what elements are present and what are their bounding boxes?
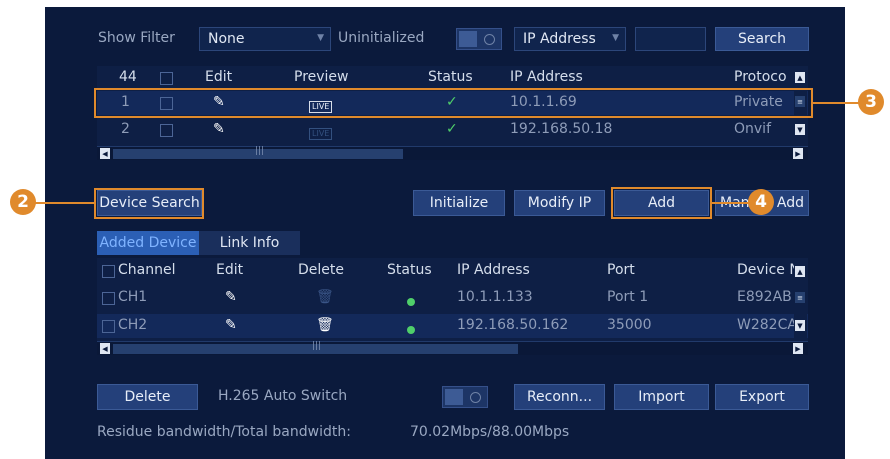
bandwidth-value: 70.02Mbps/88.00Mbps [410,424,570,440]
table-header: 44 Edit Preview Status IP Address Protoc… [97,66,808,90]
field-select[interactable]: IP Address ▼ [514,27,626,51]
port-header: Port [607,262,635,278]
check-icon: ✓ [446,121,458,137]
row-checkbox[interactable] [102,292,115,305]
protocol: Onvif [734,121,771,137]
callout-badge-3: 3 [858,89,884,115]
search-button[interactable]: Search [715,27,809,51]
live-icon[interactable]: LIVE [309,124,333,140]
added-device-table: Channel Edit Delete Status IP Address Po… [97,258,808,355]
trash-icon[interactable]: 🗑 [316,317,334,333]
horizontal-scrollbar[interactable]: ◀ ||| ▶ [97,341,808,355]
scroll-grip-icon: ||| [312,341,322,351]
pencil-icon[interactable]: ✎ [225,317,237,333]
import-button[interactable]: Import [614,384,709,410]
scroll-left-icon[interactable]: ◀ [100,148,110,159]
select-all-checkbox[interactable] [160,72,173,85]
channel: CH2 [118,317,148,333]
delete-button[interactable]: Delete [97,384,198,410]
initialize-button[interactable]: Initialize [413,190,505,216]
scroll-left-icon[interactable]: ◀ [100,343,110,354]
filter-select[interactable]: None ▼ [199,27,331,51]
scroll-right-icon[interactable]: ▶ [793,148,803,159]
scroll-down-icon[interactable]: ▼ [795,320,805,331]
toggle-off-icon [470,392,481,403]
callout-badge-2: 2 [10,189,36,215]
h265-auto-switch-label: H.265 Auto Switch [218,388,348,404]
count-header: 44 [119,69,137,85]
select-all-checkbox[interactable] [102,265,115,278]
manual-add-label-right: Add [776,195,804,211]
ip-address: 10.1.1.133 [457,289,533,305]
ip-address: 192.168.50.162 [457,317,569,333]
callout-line [35,202,95,204]
callout-line [812,102,860,104]
horizontal-scrollbar[interactable]: ◀ ||| ▶ [97,146,808,160]
port: Port 1 [607,289,649,305]
h265-auto-switch-toggle[interactable] [442,386,488,408]
delete-header: Delete [298,262,344,278]
uninitialized-toggle[interactable] [456,28,502,50]
chevron-down-icon: ▼ [612,33,619,43]
port: 35000 [607,317,652,333]
chevron-down-icon: ▼ [317,33,324,43]
device-name: E892AB [737,289,792,305]
trash-icon: 🗑 [316,289,334,305]
tab-link-info[interactable]: Link Info [199,231,300,255]
show-filter-label: Show Filter [98,30,175,46]
row-checkbox[interactable] [102,320,115,333]
status-online-icon [407,322,415,338]
edit-header: Edit [205,69,233,85]
table-row[interactable]: CH2 ✎ 🗑 192.168.50.162 35000 W282CA [97,314,808,338]
vertical-scrollbar[interactable]: ▲ ≡ ▼ [794,258,807,342]
modify-ip-button[interactable]: Modify IP [514,190,605,216]
scroll-up-icon[interactable]: ▲ [795,72,805,83]
table-header: Channel Edit Delete Status IP Address Po… [97,259,808,283]
uninitialized-label: Uninitialized [338,30,425,46]
ip-header: IP Address [510,69,583,85]
table-row[interactable]: 2 ✎ LIVE ✓ 192.168.50.18 Onvif [97,118,808,142]
callout-badge-4: 4 [748,189,774,215]
row-checkbox[interactable] [160,124,173,137]
status-header: Status [428,69,473,85]
export-button[interactable]: Export [715,384,809,410]
status-online-icon [407,294,415,310]
device-name: W282CA [737,317,797,333]
callout-add-button [611,187,712,219]
table-row[interactable]: CH1 ✎ 🗑 10.1.1.133 Port 1 E892AB [97,286,808,310]
callout-line [711,202,749,204]
status-header: Status [387,262,432,278]
preview-header: Preview [294,69,349,85]
pencil-icon[interactable]: ✎ [225,289,237,305]
scroll-down-icon[interactable]: ▼ [795,124,805,135]
search-input[interactable] [635,27,706,51]
field-select-value: IP Address [523,31,596,47]
scroll-right-icon[interactable]: ▶ [793,343,803,354]
toggle-knob [445,389,463,405]
reconnect-button[interactable]: Reconn... [514,384,605,410]
callout-device-search [94,188,204,219]
toggle-off-icon [484,34,495,45]
scroll-up-icon[interactable]: ▲ [795,266,805,277]
filter-select-value: None [208,31,245,47]
callout-device-row [94,88,813,118]
channel-header: Channel [118,262,176,278]
bandwidth-label: Residue bandwidth/Total bandwidth: [97,424,351,440]
protocol-header: Protoco [734,69,787,85]
scroll-grip-icon: ||| [255,146,265,156]
row-number: 2 [121,121,130,137]
ip-address: 192.168.50.18 [510,121,613,137]
ip-header: IP Address [457,262,530,278]
channel: CH1 [118,289,148,305]
edit-header: Edit [216,262,244,278]
device-header: Device N [737,262,800,278]
tab-added-device[interactable]: Added Device [97,231,199,255]
scroll-grip-icon[interactable]: ≡ [795,292,805,303]
toggle-knob [459,31,477,47]
pencil-icon[interactable]: ✎ [213,121,225,137]
